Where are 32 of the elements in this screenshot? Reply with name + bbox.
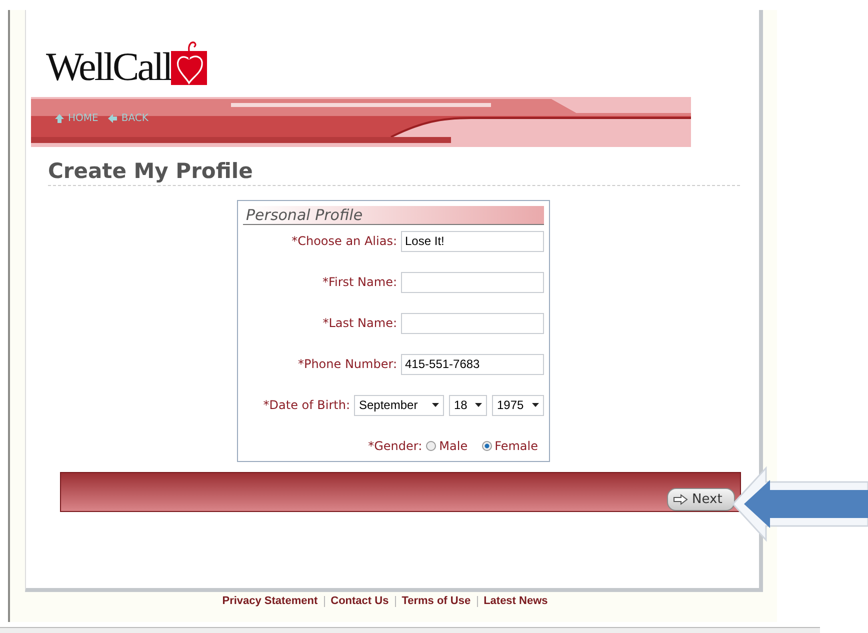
caret-icon [532, 403, 539, 407]
logo-text: WellCall [46, 49, 172, 85]
dropdown[interactable]: 18 [449, 394, 487, 416]
right-arrow-icon [673, 494, 688, 505]
radio-button[interactable] [426, 441, 436, 451]
footer-link[interactable]: Latest News [484, 595, 548, 607]
field-label: *First Name: [322, 275, 397, 289]
radio-option[interactable]: Female [482, 439, 538, 453]
apple-logo-icon [171, 41, 208, 85]
left-arrow-icon [108, 114, 118, 123]
dropdown[interactable]: September [354, 394, 444, 416]
field-label: *Choose an Alias: [292, 234, 397, 248]
section-header: Personal Profile [243, 206, 544, 225]
text-field[interactable] [401, 312, 544, 334]
caret-icon [475, 403, 482, 407]
radio-button[interactable] [482, 441, 492, 451]
footer-link[interactable]: Contact Us [330, 595, 389, 607]
up-arrow-icon [55, 114, 64, 123]
field-label: *Last Name: [322, 316, 397, 330]
text-field[interactable] [401, 272, 544, 292]
field-label: *Phone Number: [298, 357, 397, 371]
radio-option[interactable]: Male [426, 439, 468, 453]
text-field[interactable]: 415-551-7683 [401, 354, 544, 374]
footer-link[interactable]: Terms of Use [402, 595, 471, 607]
text-field[interactable]: Lose It! [401, 230, 544, 252]
caret-icon [432, 403, 439, 407]
field-label: *Date of Birth: [263, 398, 350, 412]
next-button[interactable]: Next [667, 488, 735, 511]
field-label: *Gender: [368, 439, 422, 453]
footer-link[interactable]: Privacy Statement [222, 595, 318, 607]
page-title: Create My Profile [48, 159, 740, 186]
dropdown[interactable]: 1975 [492, 394, 544, 416]
